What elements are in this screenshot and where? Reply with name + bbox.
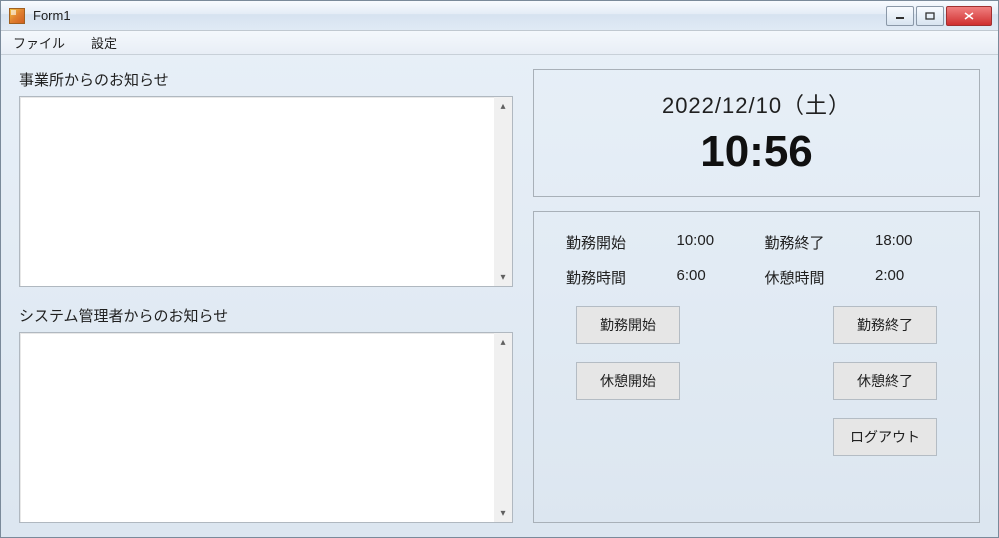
right-column: 2022/12/10（土） 10:56 勤務開始 10:00 勤務終了 18:0… xyxy=(533,69,980,523)
end-work-button[interactable]: 勤務終了 xyxy=(833,306,937,344)
work-hours-value: 6:00 xyxy=(677,267,749,288)
work-panel: 勤務開始 10:00 勤務終了 18:00 勤務時間 6:00 休憩時間 2:0… xyxy=(533,211,980,523)
work-end-label: 勤務終了 xyxy=(765,232,859,253)
scroll-up-icon[interactable]: ▴ xyxy=(494,97,512,115)
button-row: 勤務開始 勤務終了 xyxy=(552,306,961,344)
work-info-grid: 勤務開始 10:00 勤務終了 18:00 勤務時間 6:00 休憩時間 2:0… xyxy=(552,226,961,288)
window-title: Form1 xyxy=(29,8,886,23)
button-row: 休憩開始 休憩終了 xyxy=(552,362,961,400)
scroll-down-icon[interactable]: ▾ xyxy=(494,504,512,522)
work-start-label: 勤務開始 xyxy=(566,232,660,253)
close-icon xyxy=(964,12,974,20)
window-controls xyxy=(886,6,992,26)
office-notice-textbox[interactable]: ▴ ▾ xyxy=(19,96,513,287)
office-notice-text xyxy=(20,97,494,286)
titlebar: Form1 xyxy=(1,1,998,31)
work-hours-label: 勤務時間 xyxy=(566,267,660,288)
clock-panel: 2022/12/10（土） 10:56 xyxy=(533,69,980,197)
break-hours-label: 休憩時間 xyxy=(765,267,859,288)
left-column: 事業所からのお知らせ ▴ ▾ システム管理者からのお知らせ ▴ ▾ xyxy=(19,69,513,523)
maximize-icon xyxy=(925,12,935,20)
minimize-button[interactable] xyxy=(886,6,914,26)
date-display: 2022/12/10（土） xyxy=(552,88,961,120)
maximize-button[interactable] xyxy=(916,6,944,26)
app-window: Form1 ファイル 設定 事業所からのお知らせ ▴ ▾ xyxy=(0,0,999,538)
minimize-icon xyxy=(895,12,905,20)
logout-button[interactable]: ログアウト xyxy=(833,418,937,456)
work-start-value: 10:00 xyxy=(677,232,749,253)
close-button[interactable] xyxy=(946,6,992,26)
menu-file[interactable]: ファイル xyxy=(7,31,71,54)
scrollbar[interactable]: ▴ ▾ xyxy=(494,333,512,522)
menu-settings[interactable]: 設定 xyxy=(85,31,123,54)
scroll-up-icon[interactable]: ▴ xyxy=(494,333,512,351)
admin-notice-text xyxy=(20,333,494,522)
menubar: ファイル 設定 xyxy=(1,31,998,55)
time-display: 10:56 xyxy=(552,130,961,174)
end-break-button[interactable]: 休憩終了 xyxy=(833,362,937,400)
scroll-down-icon[interactable]: ▾ xyxy=(494,268,512,286)
scrollbar[interactable]: ▴ ▾ xyxy=(494,97,512,286)
client-area: 事業所からのお知らせ ▴ ▾ システム管理者からのお知らせ ▴ ▾ 2022/1… xyxy=(1,55,998,537)
break-hours-value: 2:00 xyxy=(875,267,947,288)
app-icon xyxy=(9,8,25,24)
start-work-button[interactable]: 勤務開始 xyxy=(576,306,680,344)
start-break-button[interactable]: 休憩開始 xyxy=(576,362,680,400)
admin-notice-textbox[interactable]: ▴ ▾ xyxy=(19,332,513,523)
admin-notice-label: システム管理者からのお知らせ xyxy=(19,305,513,326)
button-row: ログアウト xyxy=(552,418,961,456)
office-notice-label: 事業所からのお知らせ xyxy=(19,69,513,90)
work-end-value: 18:00 xyxy=(875,232,947,253)
